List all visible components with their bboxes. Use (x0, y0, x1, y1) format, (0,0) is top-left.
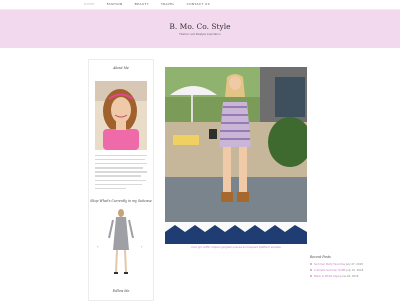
recent-post-title[interactable]: Black & White Style (314, 275, 340, 278)
site-header: B. Mo. Co. Style Fashion and lifestyle i… (0, 10, 400, 48)
bullet-icon (310, 263, 312, 265)
nav-item-home[interactable]: HOME (84, 2, 95, 6)
bullet-icon (310, 275, 312, 277)
featured-post-image[interactable] (165, 67, 307, 244)
recent-post-item[interactable]: Black & White Style June 26, 2018 (310, 275, 400, 278)
sidebar: About Me Shop What's Currently in my Sui… (88, 59, 154, 301)
product-heading: Shop What's Currently in my Suitcase (90, 199, 152, 203)
recent-post-title[interactable]: Summer Party Favorites (314, 263, 345, 266)
recent-posts-widget: Recent Posts Summer Party Favorites July… (310, 255, 400, 281)
product-image[interactable] (107, 208, 135, 278)
nav-item-beauty[interactable]: BEAUTY (135, 2, 149, 6)
recent-post-item[interactable]: A Simple Summer Outfit July 10, 2018 (310, 269, 400, 272)
recent-post-item[interactable]: Summer Party Favorites July 27, 2018 (310, 263, 400, 266)
photo-caption: Cool girl outfit: striped gingham pieces… (191, 246, 281, 249)
about-heading: About Me (113, 66, 129, 70)
follow-heading: Follow Me (112, 289, 130, 293)
nav-item-travel[interactable]: TRAVEL (161, 2, 175, 6)
recent-post-date: June 26, 2018 (340, 275, 359, 278)
about-text (95, 155, 147, 190)
recent-post-date: July 27, 2018 (345, 263, 363, 266)
profile-photo-image (95, 81, 147, 150)
about-photo (95, 81, 147, 150)
fashion-photo (165, 67, 307, 244)
carousel-next-button[interactable]: › (141, 244, 143, 249)
site-title[interactable]: B. Mo. Co. Style (0, 22, 400, 31)
nav-item-fashion[interactable]: FASHION (107, 2, 123, 6)
site-tagline: Fashion and lifestyle inspiration (179, 33, 221, 36)
main-nav: HOME FASHION BEAUTY TRAVEL CONTACT US (84, 2, 210, 6)
nav-item-contact[interactable]: CONTACT US (187, 2, 210, 6)
search-button[interactable] (306, 1, 313, 15)
recent-posts-heading: Recent Posts (310, 255, 331, 259)
carousel-prev-button[interactable]: ‹ (97, 244, 99, 249)
recent-post-date: July 10, 2018 (346, 269, 364, 272)
product-carousel: ‹ › (95, 208, 147, 286)
bullet-icon (310, 269, 312, 271)
top-nav-bar: HOME FASHION BEAUTY TRAVEL CONTACT US (0, 0, 400, 15)
recent-post-title[interactable]: A Simple Summer Outfit (314, 269, 345, 272)
